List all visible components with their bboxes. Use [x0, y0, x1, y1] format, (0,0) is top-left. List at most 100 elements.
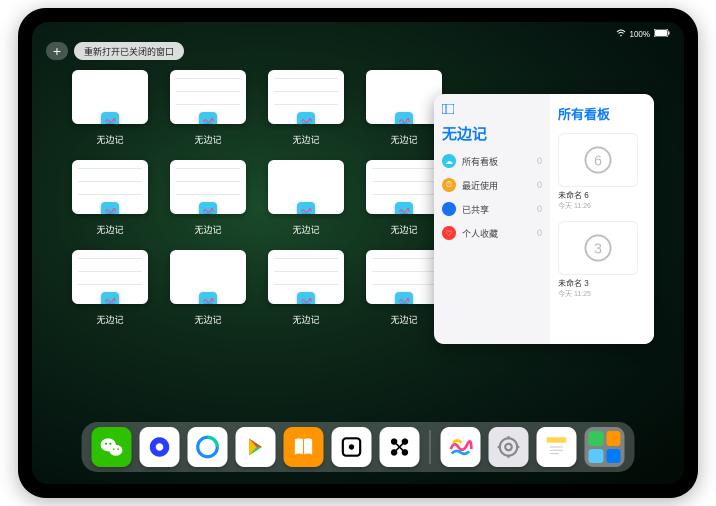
sidebar-toggle-icon[interactable]: [442, 104, 542, 117]
window-thumbnail[interactable]: [366, 250, 442, 304]
panel-title: 无边记: [442, 123, 542, 144]
top-controls: + 重新打开已关闭的窗口: [46, 42, 184, 60]
dock-divider: [430, 430, 431, 464]
window-label: 无边记: [390, 133, 417, 146]
dock: [82, 422, 635, 472]
freeform-panel[interactable]: ••• 无边记 ☁ 所有看板 0⏱ 最近使用 0👤 已共享 0♡ 个人收藏 0 …: [434, 94, 654, 344]
window-label: 无边记: [194, 133, 221, 146]
dock-app-notes[interactable]: [537, 427, 577, 467]
window-label: 无边记: [96, 223, 123, 236]
window-thumbnail[interactable]: [170, 160, 246, 214]
category-label: 个人收藏: [462, 227, 498, 240]
window-label: 无边记: [194, 223, 221, 236]
window-thumbnail[interactable]: [268, 70, 344, 124]
battery-icon: [654, 29, 670, 39]
board-item[interactable]: 3 未命名 3 今天 11:25: [558, 221, 646, 299]
window-thumbnail[interactable]: [72, 70, 148, 124]
panel-right-title: 所有看板: [558, 104, 646, 123]
window-label: 无边记: [292, 313, 319, 326]
battery-label: 100%: [630, 30, 650, 39]
freeform-icon: [395, 292, 413, 304]
category-count: 0: [537, 180, 542, 190]
board-timestamp: 今天 11:26: [558, 201, 646, 211]
category-item[interactable]: ⏱ 最近使用 0: [442, 178, 542, 192]
window-label: 无边记: [390, 223, 417, 236]
freeform-icon: [101, 292, 119, 304]
app-window[interactable]: 无边记: [366, 70, 442, 150]
board-thumbnail: 3: [558, 221, 638, 275]
status-bar: 100%: [32, 26, 684, 42]
ipad-frame: 100% + 重新打开已关闭的窗口 无边记无边记无边记无边记无边记无边记无边记无…: [18, 8, 698, 498]
dock-app-play[interactable]: [236, 427, 276, 467]
window-thumbnail[interactable]: [72, 160, 148, 214]
category-label: 最近使用: [462, 179, 498, 192]
app-window[interactable]: 无边记: [72, 160, 148, 240]
svg-text:3: 3: [594, 241, 602, 257]
freeform-icon: [199, 202, 217, 214]
dock-app-freeform[interactable]: [441, 427, 481, 467]
board-item[interactable]: 6 未命名 6 今天 11:26: [558, 133, 646, 211]
app-window[interactable]: 无边记: [170, 250, 246, 330]
app-window[interactable]: 无边记: [268, 70, 344, 150]
app-window[interactable]: 无边记: [170, 70, 246, 150]
dock-app-settings[interactable]: [489, 427, 529, 467]
category-label: 所有看板: [462, 155, 498, 168]
board-name: 未命名 3: [558, 278, 646, 289]
app-window[interactable]: 无边记: [72, 70, 148, 150]
dock-app-books[interactable]: [284, 427, 324, 467]
app-window[interactable]: 无边记: [366, 250, 442, 330]
freeform-icon: [395, 202, 413, 214]
window-label: 无边记: [96, 313, 123, 326]
board-timestamp: 今天 11:25: [558, 289, 646, 299]
app-window[interactable]: 无边记: [268, 250, 344, 330]
freeform-icon: [297, 202, 315, 214]
category-icon: ☁: [442, 154, 456, 168]
panel-sidebar: 无边记 ☁ 所有看板 0⏱ 最近使用 0👤 已共享 0♡ 个人收藏 0: [434, 94, 550, 344]
window-thumbnail[interactable]: [170, 70, 246, 124]
board-thumbnail: 6: [558, 133, 638, 187]
panel-handle-icon[interactable]: •••: [623, 94, 642, 96]
dock-folder[interactable]: [585, 427, 625, 467]
dock-app-quark[interactable]: [140, 427, 180, 467]
mission-control-grid: 无边记无边记无边记无边记无边记无边记无边记无边记无边记无边记无边记无边记: [72, 70, 432, 330]
svg-text:6: 6: [594, 153, 602, 169]
freeform-icon: [297, 112, 315, 124]
window-thumbnail[interactable]: [366, 70, 442, 124]
freeform-icon: [199, 292, 217, 304]
window-thumbnail[interactable]: [268, 160, 344, 214]
category-icon: ♡: [442, 226, 456, 240]
category-item[interactable]: ♡ 个人收藏 0: [442, 226, 542, 240]
dock-app-dice[interactable]: [332, 427, 372, 467]
app-window[interactable]: 无边记: [72, 250, 148, 330]
window-thumbnail[interactable]: [170, 250, 246, 304]
category-item[interactable]: 👤 已共享 0: [442, 202, 542, 216]
category-icon: 👤: [442, 202, 456, 216]
panel-main: 所有看板 6 未命名 6 今天 11:26 3 未命名 3 今天 11:25: [550, 94, 654, 344]
new-window-button[interactable]: +: [46, 42, 68, 60]
window-thumbnail[interactable]: [268, 250, 344, 304]
category-item[interactable]: ☁ 所有看板 0: [442, 154, 542, 168]
reopen-closed-window-button[interactable]: 重新打开已关闭的窗口: [74, 42, 184, 60]
freeform-icon: [101, 202, 119, 214]
freeform-icon: [297, 292, 315, 304]
category-count: 0: [537, 228, 542, 238]
category-icon: ⏱: [442, 178, 456, 192]
window-thumbnail[interactable]: [72, 250, 148, 304]
dock-app-wechat[interactable]: [92, 427, 132, 467]
window-thumbnail[interactable]: [366, 160, 442, 214]
category-count: 0: [537, 204, 542, 214]
category-label: 已共享: [462, 203, 489, 216]
dock-app-qqbrowser[interactable]: [188, 427, 228, 467]
window-label: 无边记: [194, 313, 221, 326]
app-window[interactable]: 无边记: [170, 160, 246, 240]
dock-app-dots[interactable]: [380, 427, 420, 467]
window-label: 无边记: [390, 313, 417, 326]
window-label: 无边记: [292, 223, 319, 236]
app-window[interactable]: 无边记: [268, 160, 344, 240]
wifi-icon: [616, 29, 626, 39]
freeform-icon: [395, 112, 413, 124]
freeform-icon: [199, 112, 217, 124]
app-window[interactable]: 无边记: [366, 160, 442, 240]
window-label: 无边记: [96, 133, 123, 146]
screen: 100% + 重新打开已关闭的窗口 无边记无边记无边记无边记无边记无边记无边记无…: [32, 22, 684, 484]
